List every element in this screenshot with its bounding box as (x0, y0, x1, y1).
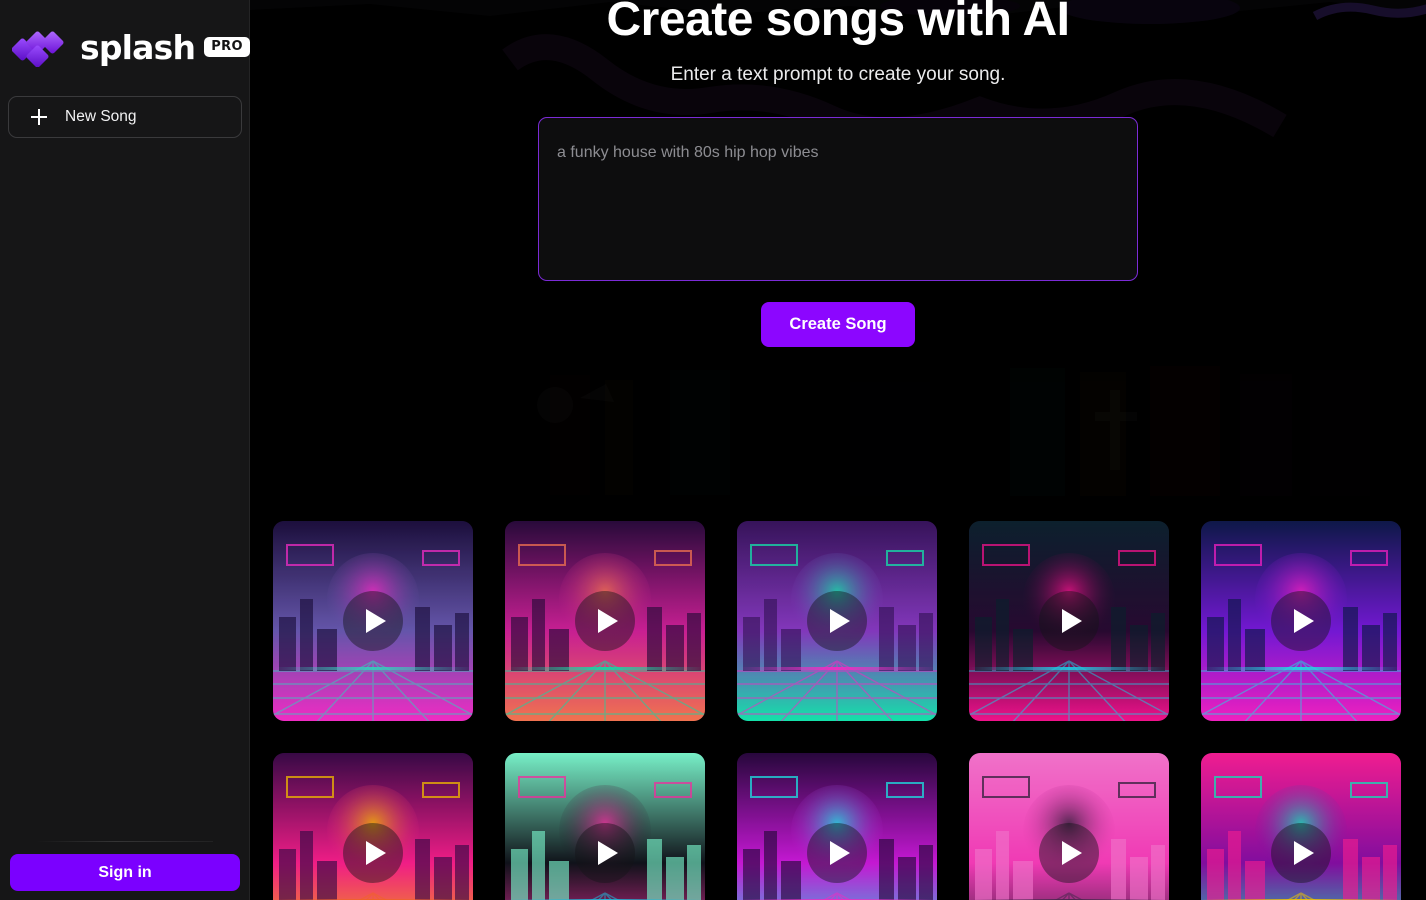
play-triangle (829, 841, 850, 865)
plus-icon (31, 109, 47, 125)
sign-in-button[interactable]: Sign in (10, 854, 240, 891)
brand-name: splash (80, 27, 196, 67)
play-triangle (1061, 841, 1082, 865)
page-subtitle: Enter a text prompt to create your song. (670, 63, 1006, 85)
song-card-neon-club-dancers[interactable] (737, 753, 937, 900)
song-card-sunset-guitarist[interactable] (273, 753, 473, 900)
play-icon[interactable] (807, 591, 867, 651)
song-card-neon-city-girl[interactable] (273, 521, 473, 721)
play-icon[interactable] (807, 823, 867, 883)
song-card-pink-alley[interactable] (969, 753, 1169, 900)
play-icon[interactable] (343, 591, 403, 651)
play-triangle (365, 841, 386, 865)
song-card-neon-headphones[interactable] (505, 753, 705, 900)
app-root: splash PRO New Song Sign in Create songs… (0, 0, 1426, 900)
new-song-button[interactable]: New Song (8, 96, 242, 138)
play-icon[interactable] (343, 823, 403, 883)
play-icon[interactable] (1039, 823, 1099, 883)
play-icon[interactable] (575, 823, 635, 883)
play-triangle (829, 609, 850, 633)
create-song-button[interactable]: Create Song (761, 301, 915, 347)
brand-logo[interactable]: splash PRO (12, 26, 250, 68)
play-triangle (597, 609, 618, 633)
new-song-label: New Song (65, 108, 137, 126)
play-triangle (1061, 609, 1082, 633)
play-icon[interactable] (1271, 591, 1331, 651)
sidebar-divider (36, 841, 213, 842)
main-content: Create songs with AI Enter a text prompt… (250, 0, 1426, 900)
page-title: Create songs with AI (606, 0, 1070, 46)
song-card-neon-dance-floor[interactable] (737, 521, 937, 721)
song-card-neon-turntable[interactable] (969, 521, 1169, 721)
play-triangle (1293, 841, 1314, 865)
play-triangle (597, 841, 618, 865)
prompt-input[interactable] (538, 116, 1138, 281)
play-icon[interactable] (575, 591, 635, 651)
song-card-synthwave-street[interactable] (1201, 521, 1401, 721)
play-triangle (365, 609, 386, 633)
play-icon[interactable] (1271, 823, 1331, 883)
song-card-sunset-drummer[interactable] (505, 521, 705, 721)
song-card-skyline-sunset-bars[interactable] (1201, 753, 1401, 900)
splash-diamonds-icon (12, 27, 78, 67)
song-gallery (273, 521, 1403, 900)
sidebar: splash PRO New Song Sign in (0, 0, 250, 900)
hero-section: Create songs with AI Enter a text prompt… (250, 0, 1426, 347)
play-icon[interactable] (1039, 591, 1099, 651)
play-triangle (1293, 609, 1314, 633)
pro-badge: PRO (204, 37, 250, 57)
